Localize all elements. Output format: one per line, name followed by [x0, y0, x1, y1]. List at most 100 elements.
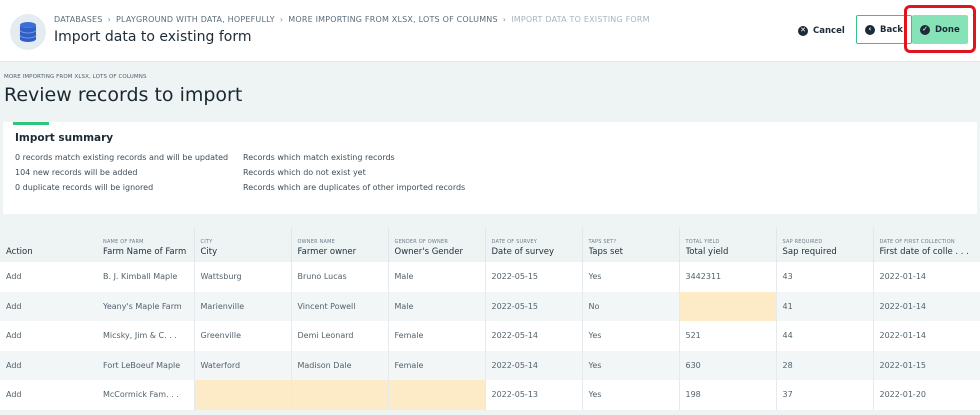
column-header: NAME OF FARM Farm Name of Farm	[97, 228, 195, 262]
column-label: Sap required	[782, 247, 837, 257]
back-label: Back	[880, 24, 903, 35]
summary-row-updated: 0 records match existing records and wil…	[15, 153, 395, 162]
column-field-name: CITY	[200, 239, 213, 245]
summary-count: 104 new records will be added	[15, 168, 138, 177]
table-cell: Marienville	[194, 291, 292, 321]
column-field-name: DATE OF FIRST COLLECTION	[879, 239, 955, 245]
breadcrumb-separator: ›	[502, 15, 507, 24]
column-header: CITY City	[194, 228, 292, 262]
column-label: City	[200, 247, 218, 257]
database-icon	[10, 14, 46, 50]
table-cell: Add	[0, 321, 97, 351]
table-cell: Bruno Lucas	[291, 262, 389, 292]
table-cell: 2022-01-15	[873, 350, 980, 380]
table-cell: Female	[388, 350, 486, 380]
summary-count: 0 duplicate records will be ignored	[15, 183, 154, 192]
page-title: Import data to existing form	[54, 29, 252, 45]
column-header: SAP REQUIRED Sap required	[776, 228, 874, 262]
table-cell: B. J. Kimball Maple	[97, 262, 195, 292]
table-row[interactable]: Add Micsky, Jim & C. . . Greenville Demi Le…	[0, 321, 980, 351]
column-label: Owner's Gender	[394, 247, 464, 257]
table-cell	[388, 380, 486, 410]
page-header: DATABASES › PLAYGROUND WITH DATA, HOPEFULL…	[0, 0, 980, 62]
table-cell: 2022-05-14	[485, 321, 583, 351]
column-field-name: NAME OF FARM	[103, 239, 144, 245]
table-cell	[679, 291, 777, 321]
main-content: MORE IMPORTING FROM XLSX, LOTS OF COLUMN…	[0, 62, 980, 415]
breadcrumb-playground[interactable]: PLAYGROUND WITH DATA, HOPEFULLY	[116, 15, 275, 24]
close-icon: ✕	[798, 25, 808, 36]
column-field-name: TOTAL YIELD	[685, 239, 720, 245]
table-cell: Micsky, Jim & C. . .	[97, 321, 195, 351]
breadcrumb-databases[interactable]: DATABASES	[54, 15, 103, 24]
cancel-label: Cancel	[813, 25, 845, 36]
table-cell: Female	[388, 321, 486, 351]
table-cell: Vincent Powell	[291, 291, 389, 321]
table-body: Add B. J. Kimball Maple Wattsburg Bruno Luc…	[0, 262, 980, 410]
table-cell: 2022-01-14	[873, 291, 980, 321]
breadcrumb: DATABASES › PLAYGROUND WITH DATA, HOPEFULL…	[54, 15, 650, 24]
column-field-name: OWNER NAME	[297, 239, 335, 245]
table-cell: Demi Leonard	[291, 321, 389, 351]
column-header: OWNER NAME Farmer owner	[291, 228, 389, 262]
column-label: Action	[6, 247, 33, 257]
table-cell: McCormick Fam. . .	[97, 380, 195, 410]
table-cell: Male	[388, 262, 486, 292]
column-field-name: DATE OF SURVEY	[491, 239, 537, 245]
table-cell: Fort LeBoeuf Maple	[97, 350, 195, 380]
section-breadcrumb: MORE IMPORTING FROM XLSX, LOTS OF COLUMN…	[4, 74, 147, 80]
table-cell: Waterford	[194, 350, 292, 380]
table-cell: 2022-01-20	[873, 380, 980, 410]
column-header: Action	[0, 228, 97, 262]
breadcrumb-separator: ›	[107, 15, 111, 24]
table-cell: Yes	[582, 321, 680, 351]
table-cell: Yes	[582, 380, 680, 410]
table-row[interactable]: Add B. J. Kimball Maple Wattsburg Bruno Luc…	[0, 262, 980, 292]
table-cell: 2022-01-14	[873, 262, 980, 292]
done-highlight-box	[904, 5, 976, 53]
summary-count: 0 records match existing records and wil…	[15, 153, 229, 162]
column-label: Date of survey	[491, 247, 555, 257]
table-cell: Add	[0, 291, 97, 321]
cancel-button[interactable]: ✕ Cancel	[790, 17, 853, 44]
column-field-name: SAP REQUIRED	[782, 239, 823, 245]
table-cell: 2022-05-13	[485, 380, 583, 410]
column-field-name: GENDER OF OWNER	[394, 239, 449, 245]
section-title: Review records to import	[4, 84, 243, 106]
arrow-left-icon: ‹	[865, 24, 875, 35]
table-cell: 28	[776, 350, 874, 380]
table-cell: Male	[388, 291, 486, 321]
column-label: Taps set	[588, 247, 624, 257]
summary-accent-bar	[13, 122, 49, 125]
table-cell: No	[582, 291, 680, 321]
table-cell: Add	[0, 350, 97, 380]
table-cell: 3442311	[679, 262, 777, 292]
table-row[interactable]: Add Fort LeBoeuf Maple Waterford Madison Da…	[0, 350, 980, 380]
table-header-row: Action NAME OF FARM Farm Name of Farm CITY C…	[0, 228, 980, 262]
import-summary-panel: Import summary 0 records match existing …	[3, 122, 977, 214]
table-row[interactable]: Add Yeany's Maple Farm Marienville Vincent …	[0, 291, 980, 321]
column-header: DATE OF FIRST COLLECTION First date of co…	[873, 228, 980, 262]
column-header: GENDER OF OWNER Owner's Gender	[388, 228, 486, 262]
table-cell: 41	[776, 291, 874, 321]
table-cell: 198	[679, 380, 777, 410]
breadcrumb-current: IMPORT DATA TO EXISTING FORM	[511, 15, 650, 24]
records-table: Action NAME OF FARM Farm Name of Farm CITY C…	[0, 228, 980, 410]
table-cell: Add	[0, 380, 97, 410]
breadcrumb-form[interactable]: MORE IMPORTING FROM XLSX, LOTS OF COLUMN…	[288, 15, 498, 24]
table-row[interactable]: Add McCormick Fam. . . 2022-05-13 Yes 198 37 2…	[0, 380, 980, 410]
column-label: Farm Name of Farm	[103, 247, 187, 257]
summary-description: Records which match existing records	[243, 153, 395, 162]
table-cell: Madison Dale	[291, 350, 389, 380]
column-label: Farmer owner	[297, 247, 357, 257]
table-cell: 2022-05-14	[485, 350, 583, 380]
column-label: Total yield	[685, 247, 729, 257]
table-cell: 37	[776, 380, 874, 410]
table-cell: 43	[776, 262, 874, 292]
table-cell: Yeany's Maple Farm	[97, 291, 195, 321]
table-cell: 2022-01-14	[873, 321, 980, 351]
table-cell: 521	[679, 321, 777, 351]
column-label: First date of colle . . .	[879, 247, 969, 257]
breadcrumb-separator: ›	[279, 15, 284, 24]
summary-row-new: 104 new records will be added Records wh…	[15, 168, 366, 177]
